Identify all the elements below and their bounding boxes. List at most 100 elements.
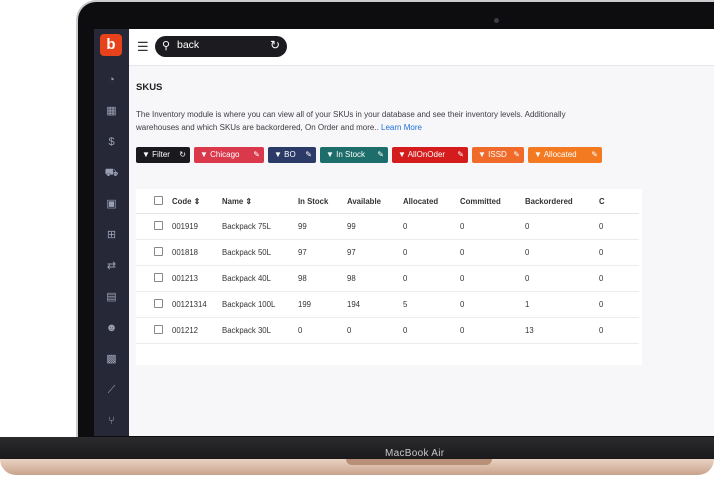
- chip-label: AllOnOder: [407, 150, 446, 159]
- page-title: SKUS: [136, 82, 163, 93]
- table-cell: 98: [298, 265, 347, 292]
- table-cell: 98: [347, 265, 403, 292]
- table-cell: 97: [298, 239, 347, 266]
- table-cell: 0: [298, 317, 347, 344]
- search-input[interactable]: back: [177, 39, 199, 51]
- table-cell: 0: [525, 239, 599, 266]
- table-cell: 0: [460, 213, 525, 240]
- filter-chips: ▼ Filter ↻ ▼ Chicago ✎ ▼ BO ✎ ▼ In Stock…: [136, 147, 714, 163]
- table-cell: 001213: [172, 265, 222, 292]
- edit-icon[interactable]: ✎: [513, 147, 520, 163]
- chip-label: Chicago: [210, 150, 240, 159]
- header-name[interactable]: Name ⇕: [222, 189, 298, 214]
- table-cell: 0: [460, 239, 525, 266]
- chip-allonoder[interactable]: ▼ AllOnOder ✎: [392, 147, 468, 163]
- refresh-icon[interactable]: ↻: [270, 38, 280, 52]
- chip-in-stock[interactable]: ▼ In Stock ✎: [320, 147, 388, 163]
- funnel-icon: ▼: [478, 150, 486, 159]
- table-row[interactable]: 001212 Backpack 30L 0 0 0 0 13 0: [136, 317, 639, 344]
- table-cell: 0: [347, 317, 403, 344]
- dolly-icon[interactable]: ⊞: [94, 226, 129, 244]
- table-cell: 0: [460, 317, 525, 344]
- chip-label: Allocated: [543, 150, 577, 159]
- warehouse-icon[interactable]: ▣: [94, 195, 129, 213]
- menu-icon[interactable]: ☰: [137, 39, 149, 55]
- app-logo[interactable]: b: [100, 34, 122, 56]
- table-cell: 0: [599, 317, 639, 344]
- dashboard-pie-icon[interactable]: ◔: [94, 71, 129, 89]
- description-line-1: The Inventory module is where you can vi…: [136, 110, 566, 119]
- row-checkbox[interactable]: [136, 213, 172, 240]
- edit-icon[interactable]: ✎: [253, 147, 260, 163]
- table-row[interactable]: 00121314 Backpack 100L 199 194 5 0 1 0: [136, 291, 639, 318]
- table-row[interactable]: 001213 Backpack 40L 98 98 0 0 0 0: [136, 265, 639, 292]
- dollar-icon[interactable]: $: [94, 133, 129, 151]
- select-all-checkbox[interactable]: [136, 189, 172, 214]
- table-cell: 5: [403, 291, 460, 318]
- laptop-notch: [346, 459, 492, 465]
- row-checkbox[interactable]: [136, 317, 172, 344]
- sort-icon: ⇕: [245, 196, 252, 206]
- table-cell: 0: [403, 213, 460, 240]
- header-allocated: Allocated: [403, 189, 460, 214]
- refresh-icon[interactable]: ↻: [179, 147, 186, 163]
- table-cell: 0: [525, 265, 599, 292]
- row-checkbox[interactable]: [136, 291, 172, 318]
- table-cell: Backpack 50L: [222, 239, 298, 266]
- table-row[interactable]: 001919 Backpack 75L 99 99 0 0 0 0: [136, 213, 639, 240]
- table-cell: 0: [403, 317, 460, 344]
- table-cell: 0: [599, 239, 639, 266]
- chart-line-icon[interactable]: ⟋: [94, 381, 129, 399]
- chip-issd[interactable]: ▼ ISSD ✎: [472, 147, 524, 163]
- funnel-icon: ▼: [274, 150, 282, 159]
- chip-label: BO: [284, 150, 296, 159]
- clipboard-icon[interactable]: ▤: [94, 288, 129, 306]
- chip-chicago[interactable]: ▼ Chicago ✎: [194, 147, 264, 163]
- table-cell: 0: [525, 213, 599, 240]
- search-bar[interactable]: ⚲ back ↻: [155, 36, 287, 57]
- description-line-2: warehouses and which SKUs are backordere…: [136, 123, 379, 132]
- header-backordered: Backordered: [525, 189, 599, 214]
- header-available: Available: [347, 189, 403, 214]
- table-cell: Backpack 100L: [222, 291, 298, 318]
- chip-bo[interactable]: ▼ BO ✎: [268, 147, 316, 163]
- table-cell: 0: [599, 213, 639, 240]
- edit-icon[interactable]: ✎: [591, 147, 598, 163]
- sort-icon: ⇕: [193, 196, 201, 206]
- edit-icon[interactable]: ✎: [377, 147, 384, 163]
- edit-icon[interactable]: ✎: [305, 147, 312, 163]
- truck-icon[interactable]: ⛟: [94, 164, 129, 182]
- chip-label: In Stock: [336, 150, 366, 159]
- filter-button[interactable]: ▼ Filter ↻: [136, 147, 190, 163]
- page-description: The Inventory module is where you can vi…: [136, 108, 714, 134]
- table-cell: 001919: [172, 213, 222, 240]
- transfer-arrows-icon[interactable]: ⇄: [94, 257, 129, 275]
- sku-table-card: Code ⇕ Name ⇕ In Stock Available Allocat…: [136, 189, 642, 365]
- table-cell: 1: [525, 291, 599, 318]
- table-cell: 0: [599, 265, 639, 292]
- table-header-row: Code ⇕ Name ⇕ In Stock Available Allocat…: [136, 189, 639, 214]
- funnel-icon: ▼: [326, 150, 334, 159]
- box-icon[interactable]: ▩: [94, 350, 129, 368]
- header-truncated: C: [599, 189, 639, 214]
- table-cell: 0: [460, 265, 525, 292]
- funnel-icon: ▼: [398, 150, 406, 159]
- branch-icon[interactable]: ⑂: [94, 412, 129, 430]
- table-cell: 0: [403, 239, 460, 266]
- learn-more-link[interactable]: Learn More: [381, 123, 422, 132]
- row-checkbox[interactable]: [136, 265, 172, 292]
- table-row[interactable]: 001818 Backpack 50L 97 97 0 0 0 0: [136, 239, 639, 266]
- table-cell: 99: [347, 213, 403, 240]
- laptop-bezel: [0, 437, 714, 459]
- camera-dot: [494, 18, 499, 23]
- row-checkbox[interactable]: [136, 239, 172, 266]
- table-cell: 0: [403, 265, 460, 292]
- edit-icon[interactable]: ✎: [457, 147, 464, 163]
- users-icon[interactable]: ☻: [94, 319, 129, 337]
- chip-allocated[interactable]: ▼ Allocated ✎: [528, 147, 602, 163]
- app-screen: b ◔ ▦ $ ⛟ ▣ ⊞ ⇄ ▤ ☻ ▩ ⟋ ⑂ ☰ ⚲ back ↻ SKU…: [94, 29, 714, 436]
- funnel-icon: ▼: [142, 150, 150, 159]
- table-cell: 194: [347, 291, 403, 318]
- header-code[interactable]: Code ⇕: [172, 189, 222, 214]
- calendar-icon[interactable]: ▦: [94, 102, 129, 120]
